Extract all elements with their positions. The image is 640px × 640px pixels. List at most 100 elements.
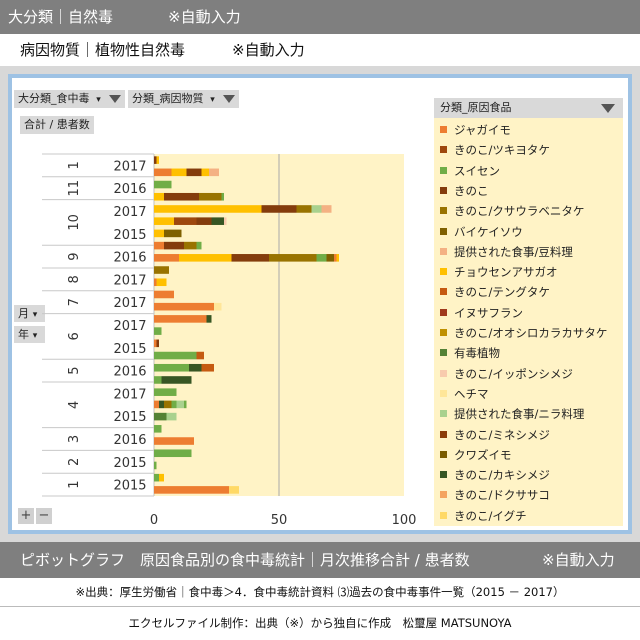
month-tick-label: 6	[67, 332, 82, 340]
legend-entry: イヌサフラン	[434, 303, 623, 323]
legend-label: きのこ/カキシメジ	[454, 468, 550, 483]
bar-segment	[164, 241, 184, 250]
bar-segment	[201, 363, 214, 372]
year-tick-label: 2017	[113, 319, 146, 334]
legend-swatch	[440, 288, 447, 296]
legend-label: きのこ/イグチ	[454, 508, 527, 523]
legend-label: チョウセンアサガオ	[454, 265, 558, 280]
year-tick-label: 2017	[113, 387, 146, 402]
bar-segment	[154, 376, 162, 384]
legend-label: ジャガイモ	[454, 123, 511, 137]
legend-entry: クワズイモ	[434, 445, 623, 465]
year-tick-label: 2017	[113, 159, 146, 174]
bar-segment	[186, 168, 202, 177]
legend-label: きのこ/イッポンシメジ	[454, 366, 573, 381]
legend-label: きのこ/ドクササコ	[454, 488, 550, 503]
bar-segment	[154, 266, 169, 274]
subcategory-header: 病因物質｜植物性自然毒 ※自動入力	[0, 34, 640, 66]
legend-entry: 提供された食事/ニラ料理	[434, 404, 623, 424]
pivot-chart-panel: 大分類_食中毒 ▾ 分類_病因物質 ▾ 合計 / 患者数 月 ▾ 年 ▾ 0 50 100 2…	[12, 78, 628, 530]
year-tick-label: 2016	[113, 365, 146, 380]
legend-label: きのこ/クサウラベニタケ	[454, 204, 585, 219]
bar-segment	[156, 339, 159, 348]
legend-entry: ジャガイモ	[434, 120, 623, 140]
legend-label: ヘチマ	[454, 386, 489, 401]
legend-label: クワズイモ	[454, 447, 512, 462]
year-tick-label: 2015	[113, 342, 146, 357]
year-tick-label: 2015	[113, 410, 146, 425]
legend-label: きのこ/ミネシメジ	[454, 427, 550, 442]
legend-swatch	[440, 410, 447, 418]
legend-swatch	[440, 491, 447, 499]
pivot-chart-border: 大分類_食中毒 ▾ 分類_病因物質 ▾ 合計 / 患者数 月 ▾ 年 ▾ 0 50 100 2…	[8, 74, 632, 534]
year-tick-label: 2017	[113, 273, 146, 288]
bar-segment	[336, 254, 339, 262]
bar-segment	[201, 168, 209, 177]
bar-segment	[154, 339, 157, 348]
legend-swatch	[440, 146, 447, 154]
bar-segment	[154, 400, 159, 409]
legend-swatch	[440, 471, 447, 479]
x-tick-label: 0	[150, 513, 158, 528]
legend-swatch	[440, 186, 447, 194]
bar-segment	[159, 400, 164, 409]
bar-segment	[221, 192, 224, 201]
legend-entry: 提供された食事/豆料理	[434, 242, 623, 262]
year-tick-label: 2016	[113, 433, 146, 448]
legend-entry: きのこ/オオシロカラカサタケ	[434, 323, 623, 343]
legend-swatch	[440, 308, 447, 316]
stacked-bar-chart: 0 50 100 2017 2016 2017 2015 2016 2017 2017 2017 20…	[42, 153, 416, 528]
bar-segment	[326, 254, 334, 262]
month-tick-label: 8	[67, 275, 82, 283]
bar-segment	[229, 486, 239, 494]
bar-segment	[164, 229, 182, 238]
bar-segment	[154, 363, 189, 372]
bar-segment	[154, 437, 194, 445]
bar-segment	[261, 205, 297, 213]
bar-segment	[199, 192, 222, 201]
year-tick-label: 2016	[113, 182, 146, 197]
bar-segment	[164, 192, 199, 201]
bar-segment	[206, 315, 212, 323]
month-tick-label: 7	[67, 298, 82, 306]
legend-entry: きのこ/イグチ	[434, 506, 623, 526]
legend-entry: スイセン	[434, 161, 623, 181]
expand-button[interactable]: +	[18, 508, 34, 524]
month-tick-label: 5	[67, 366, 82, 374]
bar-segment	[171, 400, 177, 409]
bar-segment	[154, 192, 164, 201]
legend-swatch	[440, 268, 447, 276]
source-note: ※出典：厚生労働省｜食中毒＞4．食中毒統計資料 ⑶過去の食中毒事件一覧（2015…	[0, 578, 640, 607]
bar-segment	[154, 412, 167, 421]
bar-segment	[154, 315, 207, 323]
bar-segment	[154, 425, 162, 433]
legend-entry: きのこ/テングタケ	[434, 282, 623, 302]
subcategory-auto-note: ※自動入力	[232, 41, 305, 59]
bar-segment	[164, 400, 172, 409]
legend-field-button[interactable]: 分類_原因食品	[434, 98, 623, 118]
bar-segment	[154, 351, 197, 360]
bar-segment	[154, 241, 164, 250]
legend-swatch	[440, 369, 447, 377]
legend-label: きのこ/ツキヨタケ	[454, 143, 550, 158]
bar-segment	[214, 302, 222, 311]
bar-segment	[231, 254, 269, 262]
bar-segment	[296, 205, 312, 213]
bar-segment	[156, 156, 159, 164]
legend-label: きのこ	[454, 183, 489, 198]
legend-entry: ヘチマ	[434, 384, 623, 404]
legend-entry: チョウセンアサガオ	[434, 262, 623, 282]
month-tick-label: 11	[67, 180, 82, 197]
collapse-button[interactable]: −	[36, 508, 52, 524]
month-tick-label: 10	[67, 214, 82, 231]
legend-field-label: 分類_原因食品	[440, 101, 512, 114]
pivot-chart-frame: 大分類_食中毒 ▾ 分類_病因物質 ▾ 合計 / 患者数 月 ▾ 年 ▾ 0 50 100 2…	[0, 66, 640, 542]
legend-swatch	[440, 389, 447, 397]
bar-segment	[196, 241, 202, 250]
legend-swatch	[440, 207, 447, 215]
month-tick-label: 4	[67, 401, 82, 409]
bar-segment	[154, 388, 177, 396]
chart-title-auto-note: ※自動入力	[542, 551, 615, 569]
legend-label: きのこ/テングタケ	[454, 285, 550, 300]
legend-label: スイセン	[454, 163, 500, 178]
